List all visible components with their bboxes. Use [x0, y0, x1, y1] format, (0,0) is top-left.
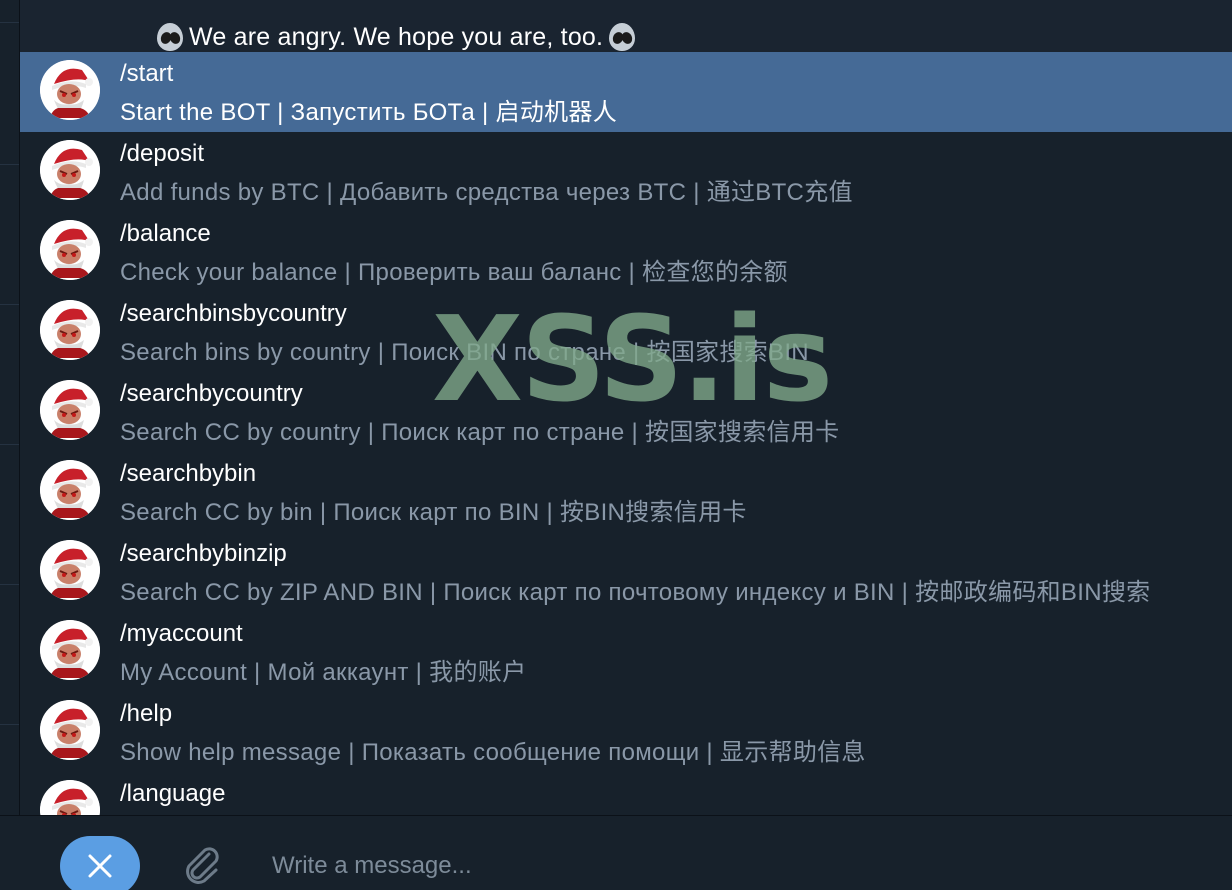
- command-description: Show help message | Показать сообщение п…: [120, 739, 866, 766]
- command-name: /searchbycountry: [120, 380, 303, 407]
- command-description: Search CC by bin | Поиск карт по BIN | 按…: [120, 499, 747, 526]
- paperclip-icon: [186, 847, 219, 884]
- santa-avatar-icon: [40, 60, 100, 120]
- command-description: My Account | Мой аккаунт | 我的账户: [120, 659, 527, 686]
- alien-icon: [155, 23, 185, 51]
- attach-button[interactable]: [176, 840, 224, 888]
- command-description: Add funds by BTC | Добавить средства чер…: [120, 179, 853, 206]
- command-description: Search CC by ZIP AND BIN | Поиск карт по…: [120, 579, 1151, 606]
- santa-avatar-icon: [40, 140, 100, 200]
- command-description: Search CC by country | Поиск карт по стр…: [120, 419, 840, 446]
- command-name: /searchbinsbycountry: [120, 300, 347, 327]
- command-name: /language: [120, 780, 226, 807]
- command-name: /searchbybin: [120, 460, 257, 487]
- telegram-chat-window: We are angry. We hope you are, too. /sta…: [0, 0, 1232, 890]
- santa-avatar-icon: [40, 380, 100, 440]
- command-description: Check your balance | Проверить ваш балан…: [120, 259, 788, 286]
- command-item[interactable]: /help Show help message | Показать сообще…: [20, 692, 1232, 772]
- chat-list-edge: [0, 0, 20, 815]
- santa-avatar-icon: [40, 700, 100, 760]
- chat-message-text: We are angry. We hope you are, too.: [189, 22, 604, 51]
- command-item[interactable]: /searchbybinzip Search CC by ZIP AND BIN …: [20, 532, 1232, 612]
- command-name: /deposit: [120, 140, 205, 167]
- santa-avatar-icon: [40, 620, 100, 680]
- santa-avatar-icon: [40, 780, 100, 815]
- command-name: /balance: [120, 220, 211, 247]
- command-item[interactable]: /balance Check your balance | Проверить в…: [20, 212, 1232, 292]
- santa-avatar-icon: [40, 220, 100, 280]
- command-item[interactable]: /searchbinsbycountry Search bins by count…: [20, 292, 1232, 372]
- chat-message: We are angry. We hope you are, too.: [155, 20, 637, 54]
- command-item[interactable]: /start Start the BOT | Запустить БОТа | 启…: [20, 52, 1232, 132]
- alien-icon: [607, 23, 637, 51]
- close-button[interactable]: [60, 836, 140, 890]
- command-item[interactable]: /searchbycountry Search CC by country | П…: [20, 372, 1232, 452]
- santa-avatar-icon: [40, 540, 100, 600]
- command-name: /myaccount: [120, 620, 243, 647]
- command-item[interactable]: /myaccount My Account | Мой аккаунт | 我的账…: [20, 612, 1232, 692]
- command-description: Search bins by country | Поиск BIN по ст…: [120, 339, 809, 366]
- command-item[interactable]: /language: [20, 772, 1232, 815]
- command-item[interactable]: /deposit Add funds by BTC | Добавить сред…: [20, 132, 1232, 212]
- command-description: Start the BOT | Запустить БОТа | 启动机器人: [120, 99, 618, 126]
- bot-command-suggestions[interactable]: /start Start the BOT | Запустить БОТа | 启…: [20, 52, 1232, 815]
- close-icon: [88, 854, 112, 878]
- command-name: /start: [120, 60, 174, 87]
- santa-avatar-icon: [40, 300, 100, 360]
- command-name: /help: [120, 700, 173, 727]
- command-name: /searchbybinzip: [120, 540, 287, 567]
- santa-avatar-icon: [40, 460, 100, 520]
- message-input[interactable]: [262, 846, 982, 886]
- command-item[interactable]: /searchbybin Search CC by bin | Поиск кар…: [20, 452, 1232, 532]
- message-composer: [0, 815, 1232, 890]
